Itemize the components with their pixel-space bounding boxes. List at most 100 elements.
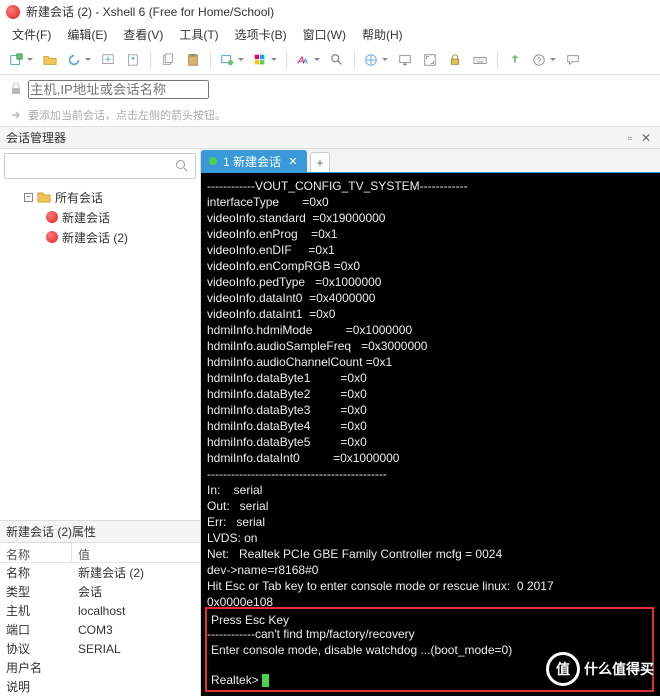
properties-columns: 名称 值 xyxy=(0,543,200,563)
find-button[interactable] xyxy=(326,49,348,71)
properties-title: 新建会话 (2)属性 xyxy=(6,523,96,540)
prop-row: 端口COM3 xyxy=(0,620,200,639)
hint-text: 要添加当前会话，点击左侧的箭头按钮。 xyxy=(28,107,226,123)
menu-tools[interactable]: 工具(T) xyxy=(171,23,226,46)
prop-key: 名称 xyxy=(0,564,72,581)
copy-button[interactable] xyxy=(157,49,179,71)
terminal[interactable]: ------------VOUT_CONFIG_TV_SYSTEM-------… xyxy=(201,173,660,696)
terminal-output: ------------VOUT_CONFIG_TV_SYSTEM-------… xyxy=(207,179,554,641)
collapse-icon[interactable]: − xyxy=(24,193,33,202)
session-manager-header: 会话管理器 ▫ ✕ xyxy=(0,127,660,149)
keyboard-button[interactable] xyxy=(469,49,491,71)
help-button[interactable]: ? xyxy=(529,49,559,71)
properties-header: 新建会话 (2)属性 xyxy=(0,521,200,543)
search-icon xyxy=(175,159,189,173)
color-scheme-button[interactable] xyxy=(250,49,280,71)
properties-panel: 新建会话 (2)属性 名称 值 名称新建会话 (2) 类型会话 主机localh… xyxy=(0,520,200,696)
cursor-icon xyxy=(262,674,269,687)
tree-item-label: 新建会话 xyxy=(62,209,110,226)
lock-icon xyxy=(10,83,22,95)
prop-value: 新建会话 (2) xyxy=(72,564,150,581)
properties-body: 名称新建会话 (2) 类型会话 主机localhost 端口COM3 协议SER… xyxy=(0,563,200,696)
encoding-button[interactable] xyxy=(361,49,391,71)
open-button[interactable] xyxy=(39,49,61,71)
tab-strip: 1 新建会话 ✕ + xyxy=(201,149,660,173)
quick-command-button[interactable] xyxy=(217,49,247,71)
title-bar: 新建会话 (2) - Xshell 6 (Free for Home/Schoo… xyxy=(0,0,660,23)
workspace: − 所有会话 新建会话 新建会话 (2) 新建会话 (2)属性 名称 值 名称新… xyxy=(0,149,660,696)
window-title: 新建会话 (2) - Xshell 6 (Free for Home/Schoo… xyxy=(26,3,274,20)
hint-bar: 要添加当前会话，点击左侧的箭头按钮。 xyxy=(0,103,660,127)
prop-key: 说明 xyxy=(0,678,72,695)
tree-root[interactable]: − 所有会话 xyxy=(2,187,198,207)
plus-icon: + xyxy=(317,156,324,170)
status-dot-icon xyxy=(209,157,217,165)
reconnect-button[interactable] xyxy=(64,49,94,71)
menu-bar: 文件(F) 编辑(E) 查看(V) 工具(T) 选项卡(B) 窗口(W) 帮助(… xyxy=(0,23,660,45)
prop-value: localhost xyxy=(72,604,131,618)
session-icon xyxy=(46,231,58,243)
tree-session-item[interactable]: 新建会话 (2) xyxy=(2,227,198,247)
session-tree: − 所有会话 新建会话 新建会话 (2) xyxy=(0,183,200,520)
fullscreen-button[interactable] xyxy=(419,49,441,71)
search-input[interactable] xyxy=(11,159,175,173)
prop-row: 用户名 xyxy=(0,658,200,677)
font-button[interactable]: AA xyxy=(293,49,323,71)
session-manager-title: 会话管理器 xyxy=(6,129,66,146)
menu-window[interactable]: 窗口(W) xyxy=(295,23,354,46)
prop-row: 名称新建会话 (2) xyxy=(0,563,200,582)
prop-key: 端口 xyxy=(0,621,72,638)
tab-label: 1 新建会话 xyxy=(223,153,281,170)
col-name[interactable]: 名称 xyxy=(0,543,72,562)
chat-button[interactable] xyxy=(562,49,584,71)
tree-item-label: 新建会话 (2) xyxy=(62,229,128,246)
close-panel-icon[interactable]: ✕ xyxy=(638,131,654,145)
svg-text:?: ? xyxy=(537,56,542,65)
prop-key: 类型 xyxy=(0,583,72,600)
highlight-box: Press Esc Key Enter console mode, disabl… xyxy=(205,607,654,692)
terminal-highlighted: Press Esc Key Enter console mode, disabl… xyxy=(211,613,512,687)
transfer-button[interactable] xyxy=(97,49,119,71)
prop-value: SERIAL xyxy=(72,642,127,656)
folder-icon xyxy=(37,190,51,204)
col-value[interactable]: 值 xyxy=(72,543,96,562)
pin-icon[interactable]: ▫ xyxy=(622,131,638,145)
tab-add-button[interactable]: + xyxy=(310,152,330,172)
menu-tabs[interactable]: 选项卡(B) xyxy=(227,23,295,46)
left-pane: − 所有会话 新建会话 新建会话 (2) 新建会话 (2)属性 名称 值 名称新… xyxy=(0,149,201,696)
prop-row: 类型会话 xyxy=(0,582,200,601)
separator xyxy=(286,51,287,69)
prop-key: 协议 xyxy=(0,640,72,657)
new-session-button[interactable] xyxy=(6,49,36,71)
tab-close-icon[interactable]: ✕ xyxy=(287,155,299,167)
address-bar xyxy=(0,75,660,103)
menu-file[interactable]: 文件(F) xyxy=(4,23,59,46)
tree-root-label: 所有会话 xyxy=(55,189,103,206)
menu-view[interactable]: 查看(V) xyxy=(115,23,171,46)
prop-key: 主机 xyxy=(0,602,72,619)
menu-help[interactable]: 帮助(H) xyxy=(354,23,411,46)
properties-button[interactable] xyxy=(122,49,144,71)
session-icon xyxy=(46,211,58,223)
address-input[interactable] xyxy=(28,80,209,99)
prop-key: 用户名 xyxy=(0,659,72,676)
lock-button[interactable] xyxy=(444,49,466,71)
tab-active[interactable]: 1 新建会话 ✕ xyxy=(201,150,307,172)
tree-session-item[interactable]: 新建会话 xyxy=(2,207,198,227)
toolbar: AA ? xyxy=(0,45,660,75)
separator xyxy=(354,51,355,69)
svg-text:A: A xyxy=(303,58,308,65)
upload-button[interactable] xyxy=(504,49,526,71)
prop-value: 会话 xyxy=(72,583,108,600)
screen-button[interactable] xyxy=(394,49,416,71)
separator xyxy=(497,51,498,69)
separator xyxy=(210,51,211,69)
separator xyxy=(150,51,151,69)
prop-row: 主机localhost xyxy=(0,601,200,620)
menu-edit[interactable]: 编辑(E) xyxy=(59,23,115,46)
arrow-icon xyxy=(10,109,22,121)
session-search xyxy=(4,153,196,179)
paste-button[interactable] xyxy=(182,49,204,71)
prop-row: 协议SERIAL xyxy=(0,639,200,658)
app-icon xyxy=(6,5,20,19)
